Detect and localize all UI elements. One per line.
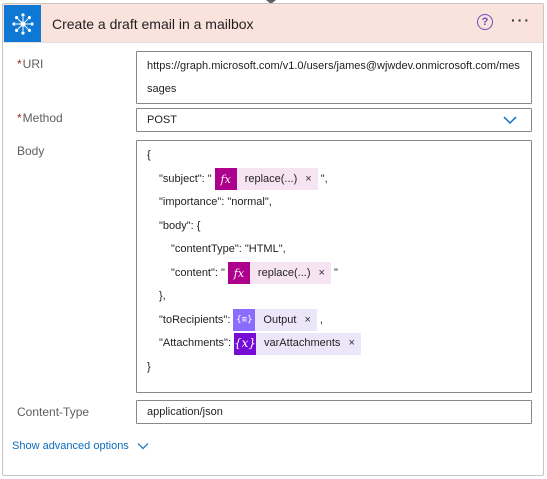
token-label: varAttachments bbox=[264, 337, 341, 349]
json-text: "contentType": "HTML", bbox=[171, 243, 286, 255]
token-label: Output bbox=[263, 313, 297, 326]
output-token[interactable]: {≡} Output × bbox=[233, 309, 317, 333]
content-type-label: Content-Type bbox=[17, 405, 90, 419]
json-text: ", bbox=[320, 172, 328, 185]
content-expression-token[interactable]: fx replace(...) × bbox=[227, 262, 331, 286]
remove-token-icon[interactable]: × bbox=[319, 262, 325, 286]
body-editor[interactable]: { "subject": " fx replace(...) × ", "imp… bbox=[136, 140, 532, 393]
method-dropdown[interactable]: POST bbox=[136, 108, 532, 132]
json-text: } bbox=[147, 360, 151, 373]
chevron-down-icon bbox=[137, 443, 149, 450]
json-text: "body": { bbox=[159, 219, 201, 232]
json-text: "subject": " bbox=[159, 172, 212, 185]
body-line: "content": " fx replace(...) × " bbox=[147, 262, 521, 286]
method-label: *Method bbox=[17, 111, 63, 125]
json-text: "toRecipients": bbox=[159, 313, 231, 326]
body-line: "contentType": "HTML", bbox=[147, 238, 521, 262]
expression-icon: fx bbox=[227, 262, 250, 285]
uri-label-text: URI bbox=[22, 57, 44, 71]
show-advanced-options-link[interactable]: Show advanced options bbox=[12, 440, 149, 452]
json-text: "content": " bbox=[171, 266, 225, 279]
uri-input[interactable]: https://graph.microsoft.com/v1.0/users/j… bbox=[136, 51, 532, 104]
body-line: } bbox=[147, 356, 521, 380]
action-card: Create a draft email in a mailbox ? ··· … bbox=[2, 3, 544, 476]
content-type-value: application/json bbox=[147, 406, 223, 418]
remove-token-icon[interactable]: × bbox=[348, 332, 354, 356]
token-label: replace(...) bbox=[244, 172, 298, 185]
json-text: " bbox=[333, 266, 338, 279]
json-text: { bbox=[147, 149, 151, 161]
method-label-text: Method bbox=[22, 111, 63, 125]
variable-token[interactable]: {x} varAttachments × bbox=[234, 332, 361, 356]
body-line: "subject": " fx replace(...) × ", bbox=[147, 168, 521, 192]
body-label: Body bbox=[17, 144, 45, 158]
output-icon: {≡} bbox=[233, 309, 256, 332]
card-title[interactable]: Create a draft email in a mailbox bbox=[52, 16, 254, 32]
content-type-input[interactable]: application/json bbox=[136, 400, 532, 424]
body-line: { bbox=[147, 144, 521, 168]
json-text: "Attachments": bbox=[159, 337, 232, 349]
variable-icon: {x} bbox=[234, 332, 256, 355]
subject-expression-token[interactable]: fx replace(...) × bbox=[214, 168, 318, 192]
required-marker: * bbox=[17, 111, 22, 125]
remove-token-icon[interactable]: × bbox=[305, 168, 311, 192]
chevron-down-icon[interactable] bbox=[503, 115, 517, 125]
body-line: "importance": "normal", bbox=[147, 191, 521, 215]
method-value: POST bbox=[147, 114, 177, 126]
token-label: replace(...) bbox=[257, 266, 311, 279]
card-header[interactable]: Create a draft email in a mailbox ? ··· bbox=[3, 4, 543, 43]
body-line: "toRecipients": {≡} Output × , bbox=[147, 309, 521, 333]
more-options-icon[interactable]: ··· bbox=[511, 13, 531, 27]
json-text: , bbox=[319, 313, 323, 326]
body-line: }, bbox=[147, 285, 521, 309]
help-icon[interactable]: ? bbox=[477, 14, 493, 30]
uri-value: https://graph.microsoft.com/v1.0/users/j… bbox=[147, 60, 520, 95]
http-connector-icon bbox=[4, 5, 41, 42]
json-text: "importance": "normal", bbox=[159, 196, 272, 208]
json-text: }, bbox=[159, 290, 166, 302]
body-line: "Attachments": {x} varAttachments × bbox=[147, 332, 521, 356]
remove-token-icon[interactable]: × bbox=[304, 309, 310, 333]
required-marker: * bbox=[17, 57, 22, 71]
advanced-options-label: Show advanced options bbox=[12, 440, 129, 452]
expression-icon: fx bbox=[214, 168, 237, 191]
body-line: "body": { bbox=[147, 215, 521, 239]
uri-label: *URI bbox=[17, 57, 43, 71]
